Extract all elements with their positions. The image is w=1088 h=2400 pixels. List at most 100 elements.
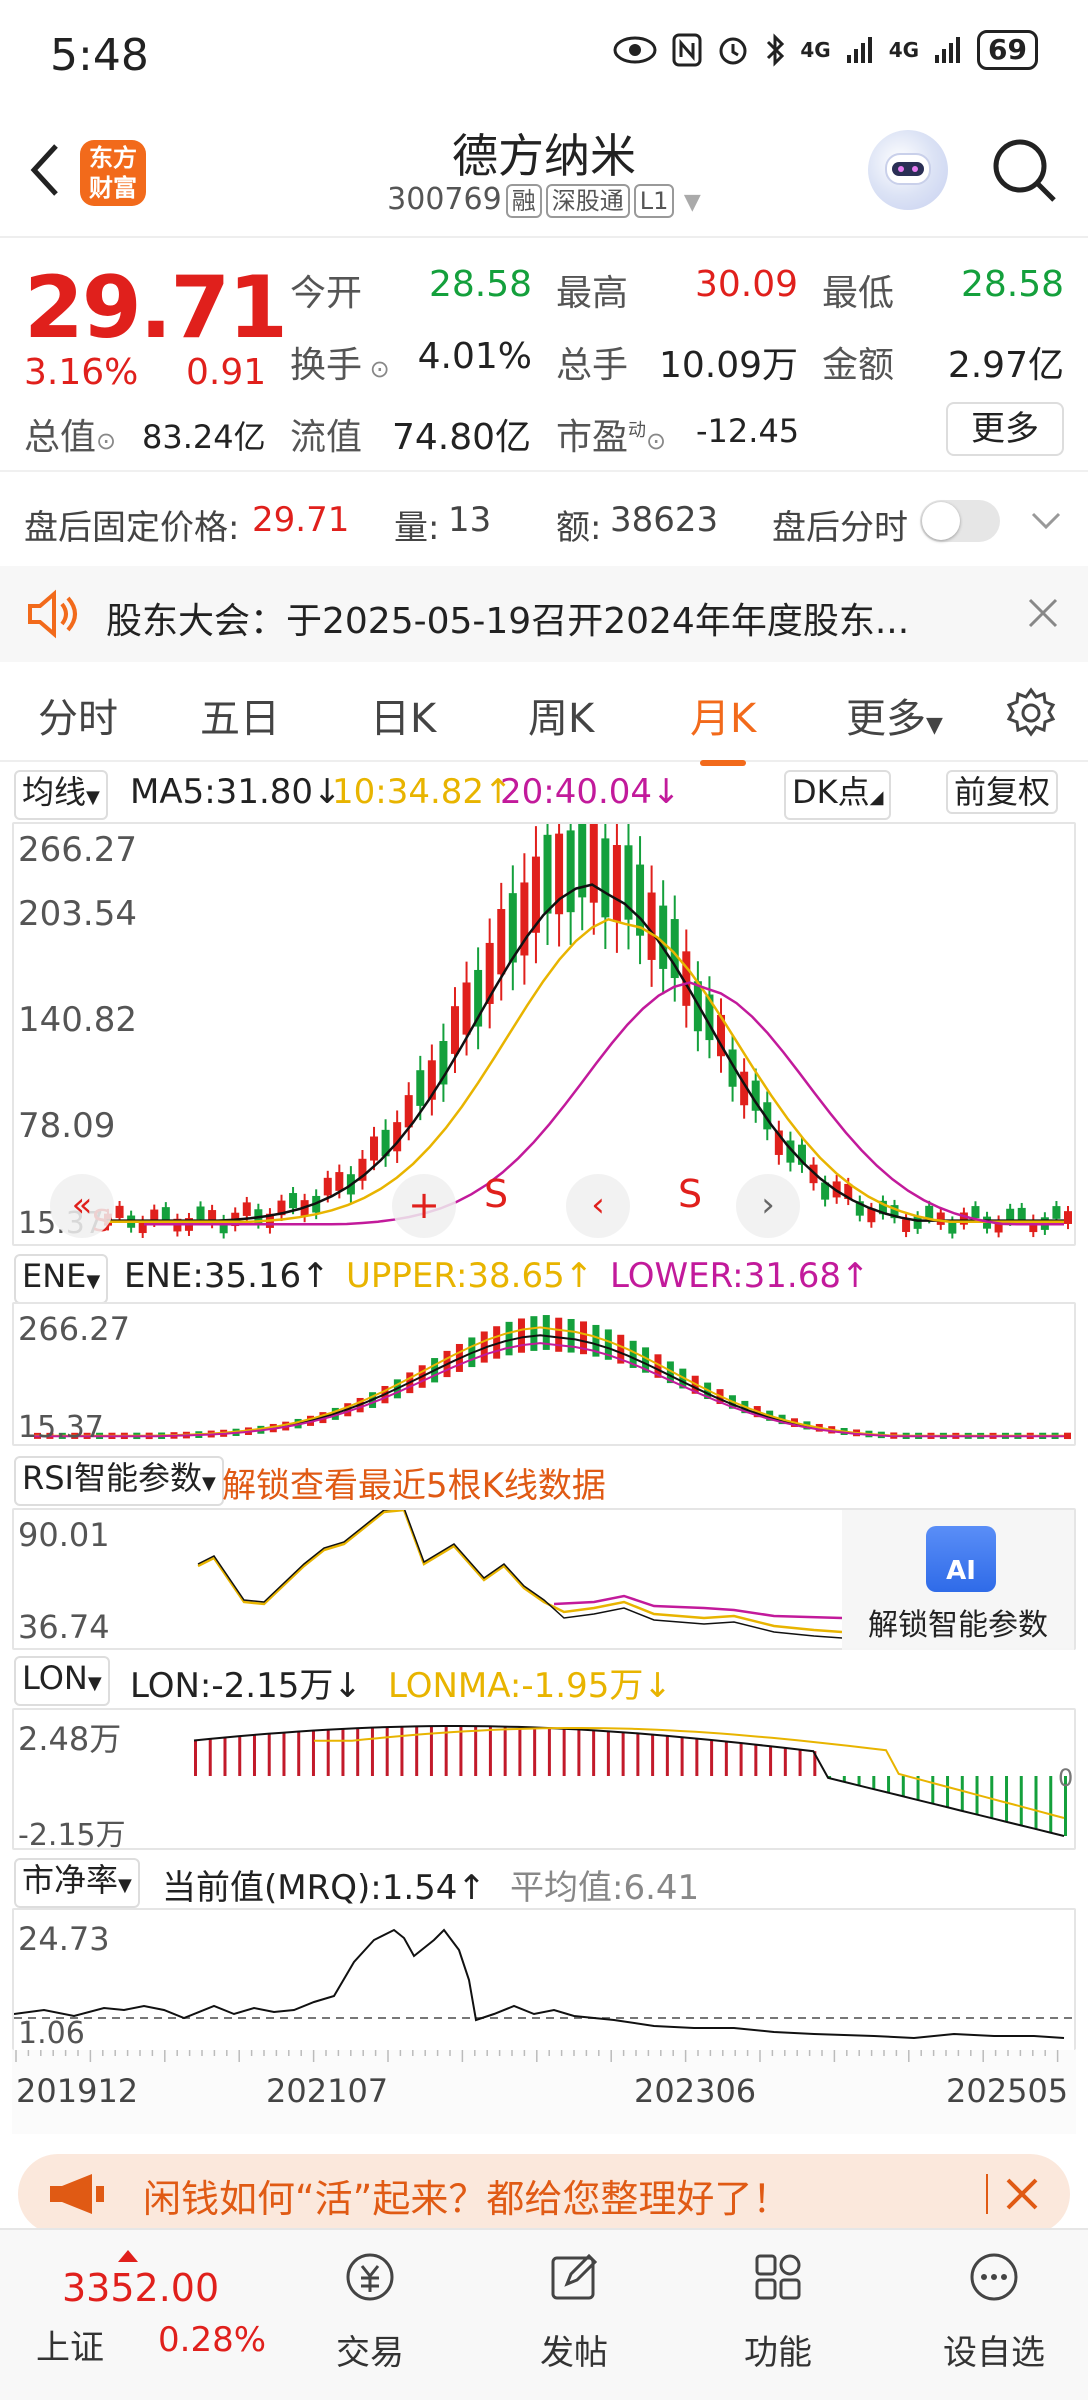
ene-candle <box>517 1318 525 1353</box>
lon-bar <box>710 1739 714 1776</box>
kline-candle <box>370 1136 379 1161</box>
dk-label: DK点 <box>792 773 870 811</box>
sell-marker-2: S <box>678 1172 703 1216</box>
lon-selector-label: LON <box>22 1659 88 1697</box>
after-amt: 38623 <box>610 500 719 540</box>
after-hours-toggle[interactable] <box>920 500 1000 542</box>
pe-label: 市盈动⊙ <box>556 408 666 460</box>
more-button[interactable]: 更多 <box>946 402 1064 456</box>
lon-bar <box>724 1741 728 1776</box>
search-icon[interactable] <box>988 134 1060 206</box>
rsi-unlock-link[interactable]: 解锁查看最近5根K线数据 <box>222 1458 606 1507</box>
lon-bar <box>636 1733 640 1776</box>
lon-bar <box>1034 1776 1038 1829</box>
nav-function[interactable]: 功能 <box>718 2250 838 2374</box>
kline-candle <box>925 1205 934 1219</box>
index-widget[interactable]: 3352.00 上证 0.28% <box>20 2250 266 2380</box>
lon-bar <box>651 1734 655 1776</box>
notice-bar[interactable]: 股东大会：于2025-05-19召开2024年年度股东... <box>0 566 1088 662</box>
pb-axis-1: 1.06 <box>18 2016 85 2051</box>
speaker-icon <box>28 589 77 639</box>
ene-value: ENE:35.16↑ <box>124 1256 330 1296</box>
tag-level: L1 <box>633 184 675 218</box>
lon-bar <box>400 1726 404 1776</box>
scroll-right-button[interactable]: › <box>736 1174 800 1238</box>
dk-selector[interactable]: DK点◢ <box>784 770 892 820</box>
banner-divider <box>986 2174 988 2214</box>
close-icon[interactable] <box>1002 2174 1042 2214</box>
lon-bar <box>311 1730 315 1776</box>
tab-monthly-k[interactable]: 月K <box>690 686 756 766</box>
lon-panel[interactable]: 2.48万 -2.15万 0 <box>12 1708 1076 1853</box>
close-icon[interactable] <box>1026 596 1060 630</box>
pb-chart <box>14 1928 1074 2040</box>
stock-code: 300769 <box>387 182 502 217</box>
kline-axis-2: 140.82 <box>18 1000 137 1040</box>
rsi-unlock-card[interactable]: AI 解锁智能参数 <box>842 1510 1074 1650</box>
lon-selector[interactable]: LON▼ <box>14 1656 110 1706</box>
lon-bar <box>621 1732 625 1776</box>
tab-more[interactable]: 更多▼ <box>846 686 943 744</box>
megaphone-icon <box>50 2174 104 2214</box>
index-value: 3352.00 <box>62 2266 220 2310</box>
date-ticks <box>15 2050 1059 2062</box>
pb-panel[interactable]: 24.73 1.06 <box>12 1908 1076 2051</box>
kline-candle <box>601 838 610 918</box>
scroll-left-button[interactable]: ‹ <box>566 1174 630 1238</box>
promo-banner[interactable]: 闲钱如何“活”起来？都给您整理好了！ <box>18 2154 1070 2234</box>
tab-weekly-k[interactable]: 周K <box>528 686 594 744</box>
lon-bar <box>960 1776 964 1811</box>
lon-bar <box>901 1776 905 1797</box>
kline-candle <box>242 1202 251 1216</box>
ene-lower-line <box>34 1342 1064 1438</box>
lon-bar <box>341 1728 345 1776</box>
after-price-label: 盘后固定价格: <box>24 508 240 548</box>
ma5-value: MA5:31.80↓ <box>130 772 342 812</box>
tab-five-day[interactable]: 五日 <box>200 686 280 744</box>
pb-selector[interactable]: 市净率▼ <box>14 1858 140 1908</box>
gear-icon[interactable] <box>1004 686 1058 740</box>
ene-selector[interactable]: ENE▼ <box>14 1254 109 1304</box>
zoom-in-button[interactable]: + <box>392 1174 456 1238</box>
chevron-down-icon[interactable] <box>1030 510 1062 532</box>
grid-icon <box>755 2254 801 2300</box>
lon-bar <box>533 1727 537 1776</box>
adjust-selector[interactable]: 前复权 <box>946 770 1059 814</box>
rsi-selector[interactable]: RSI智能参数▼ <box>14 1456 224 1506</box>
lon-bar <box>887 1776 891 1793</box>
nav-trade[interactable]: 交易 <box>310 2250 430 2374</box>
change-pct: 3.16% <box>24 352 139 393</box>
nav-post-label: 发帖 <box>540 2333 608 2373</box>
ene-chart <box>34 1315 1071 1440</box>
lon-bar <box>223 1737 227 1776</box>
nav-trade-label: 交易 <box>336 2333 404 2373</box>
lon-value: LON:-2.15万↓ <box>130 1666 362 1706</box>
ma-selector[interactable]: 均线▼ <box>14 770 108 820</box>
date-2: 202306 <box>634 2072 757 2110</box>
float-value: 74.80亿 <box>392 417 532 458</box>
lon-bar <box>592 1730 596 1776</box>
eye-icon <box>613 36 657 64</box>
scroll-left-fast-button[interactable]: « <box>50 1174 114 1238</box>
change-value: 0.91 <box>186 352 267 393</box>
lon-axis-zero: 0 <box>1058 1764 1074 1792</box>
kline-panel[interactable]: 266.27 203.54 140.82 78.09 15.37 S S S «… <box>12 822 1076 1246</box>
info-icon: ⊙ <box>362 355 390 383</box>
pb-selector-label: 市净率 <box>22 1861 119 1899</box>
nav-watchlist[interactable]: 设自选 <box>924 2250 1064 2374</box>
rsi-selector-label: RSI智能参数 <box>22 1459 202 1497</box>
ene-panel[interactable]: 266.27 15.37 <box>12 1302 1076 1446</box>
tab-daily-k[interactable]: 日K <box>370 686 436 744</box>
rsi-panel[interactable]: 90.01 36.74 AI 解锁智能参数 <box>12 1508 1076 1650</box>
lon-bar <box>282 1732 286 1776</box>
lon-bar <box>474 1726 478 1776</box>
kline-candle <box>589 824 598 903</box>
kline-candle <box>450 1006 459 1054</box>
low-value: 28.58 <box>960 264 1064 305</box>
nav-post[interactable]: 发帖 <box>514 2250 634 2374</box>
lon-bar <box>931 1776 935 1804</box>
after-amt-label: 额: <box>556 508 602 548</box>
tab-timeshare[interactable]: 分时 <box>38 686 118 744</box>
assistant-avatar[interactable] <box>868 130 948 210</box>
bluetooth-icon <box>767 33 785 67</box>
